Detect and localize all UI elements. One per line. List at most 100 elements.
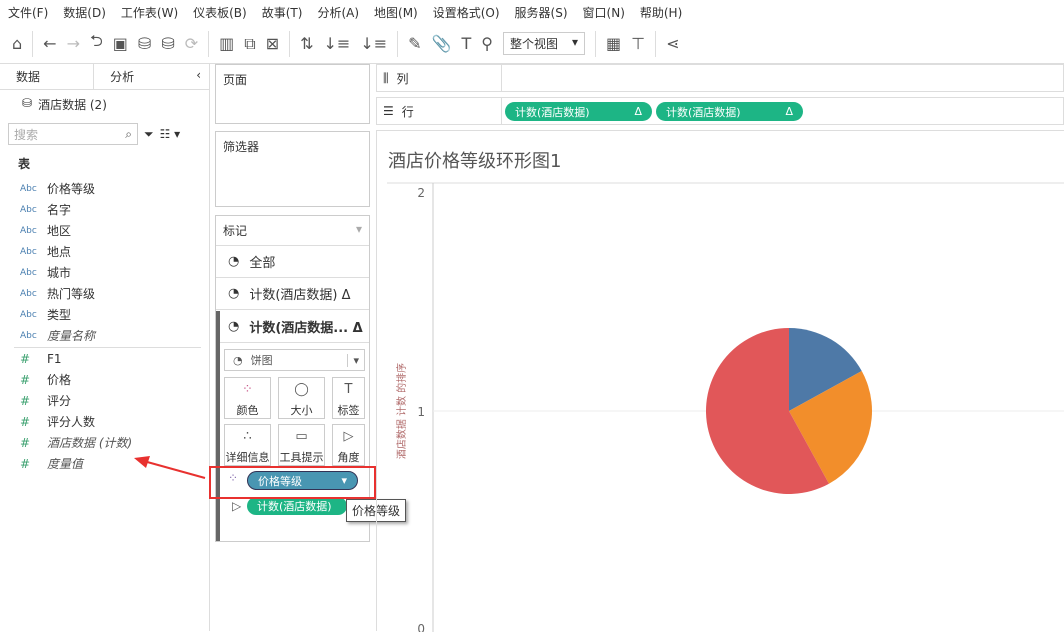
sort-desc-icon[interactable]: ↓≡	[360, 34, 387, 53]
columns-shelf[interactable]: ⫼ 列	[376, 64, 1064, 92]
size-button[interactable]: ◯ 大小	[278, 377, 325, 419]
pause-icon[interactable]: ⛁	[161, 34, 174, 53]
clear-icon[interactable]: ⊠	[266, 34, 279, 53]
field-item[interactable]: Abc 城市	[0, 262, 209, 283]
new-sheet-icon[interactable]: ▥	[219, 34, 234, 53]
angle-button[interactable]: ▷ 角度	[332, 424, 365, 466]
search-input[interactable]: 搜索 ⌕	[8, 123, 138, 145]
menu-item[interactable]: 窗口(N)	[583, 4, 625, 21]
label-button[interactable]: T 标签	[332, 377, 365, 419]
search-icon: ⌕	[125, 126, 132, 141]
pie-icon: ◔	[228, 286, 240, 301]
field-item[interactable]: # 评分	[0, 390, 209, 411]
string-type-icon: Abc	[20, 267, 37, 278]
field-item[interactable]: # 评分人数	[0, 411, 209, 432]
highlight-icon[interactable]: ✎	[408, 34, 421, 53]
back-icon[interactable]: ←	[43, 34, 56, 53]
field-item[interactable]: Abc 名字	[0, 199, 209, 220]
redo-icon[interactable]: ⮌	[90, 30, 103, 57]
rows-shelf[interactable]: ☰ 行 计数(酒店数据) Δ 计数(酒店数据) Δ	[376, 97, 1064, 125]
y-tick: 2	[417, 186, 425, 200]
field-name: 类型	[47, 308, 72, 322]
detail-button[interactable]: ∴ 详细信息	[224, 424, 271, 466]
menu-item[interactable]: 帮助(H)	[640, 4, 682, 21]
row-pill-2[interactable]: 计数(酒店数据) Δ	[656, 102, 803, 121]
tooltip-button[interactable]: ▭ 工具提示	[278, 424, 325, 466]
y-tick: 1	[417, 405, 425, 419]
marks-layer-1[interactable]: ◔ 计数(酒店数据) Δ	[216, 278, 369, 310]
menu-bar: 文件(F) 数据(D) 工作表(W) 仪表板(B) 故事(T) 分析(A) 地图(M) 设置格…	[0, 0, 1064, 24]
angle-icon: ▷	[343, 429, 354, 444]
duplicate-icon[interactable]: ⧉	[244, 34, 255, 54]
clip-icon[interactable]: 📎	[432, 34, 452, 53]
filter-icon[interactable]: ⏷	[144, 127, 154, 142]
pin-icon[interactable]: ⚲	[481, 34, 493, 53]
field-name: 度量名称	[47, 329, 96, 343]
menu-item[interactable]: 数据(D)	[63, 4, 106, 21]
pie-chart[interactable]: 2 1 0 酒店数据 计数 的排序	[377, 131, 1064, 632]
field-item[interactable]: Abc 价格等级	[0, 178, 209, 199]
number-type-icon: #	[20, 414, 31, 429]
pie-icon: ◔	[228, 319, 240, 334]
size-icon: ◯	[294, 382, 309, 397]
number-type-icon: #	[20, 372, 31, 387]
tab-data[interactable]: 数据	[0, 64, 95, 89]
detail-icon: ∴	[243, 429, 252, 444]
save-icon[interactable]: ▣	[113, 34, 128, 53]
menu-item[interactable]: 文件(F)	[8, 4, 48, 21]
menu-item[interactable]: 故事(T)	[262, 4, 303, 21]
field-name: 评分人数	[47, 415, 96, 429]
field-item[interactable]: Abc 热门等级	[0, 283, 209, 304]
show-me-icon[interactable]: ▦	[606, 34, 621, 53]
toolbar: ⌂ ← → ⮌ ▣ ⛁ ⛁ ⟳ ▥ ⧉ ⊠ ⇅ ↓≡ ↓≡ ✎ 📎 T ⚲ 整个视图 ▾ ▦ ⊤ ⋖	[0, 24, 1064, 64]
string-type-icon: Abc	[20, 225, 37, 236]
field-item[interactable]: # 价格	[0, 369, 209, 390]
field-item[interactable]: Abc 地区	[0, 220, 209, 241]
pages-card[interactable]: 页面	[215, 64, 370, 124]
field-item[interactable]: # F1	[0, 348, 209, 369]
text-icon[interactable]: T	[461, 34, 471, 53]
field-name: 价格等级	[47, 182, 96, 196]
field-item[interactable]: Abc 类型	[0, 304, 209, 325]
section-label: 表	[18, 157, 31, 171]
new-datasource-icon[interactable]: ⛁	[138, 34, 151, 53]
datasource-name[interactable]: 酒店数据 (2)	[38, 96, 107, 113]
menu-item[interactable]: 分析(A)	[317, 4, 359, 21]
menu-item[interactable]: 设置格式(O)	[433, 4, 500, 21]
field-item[interactable]: Abc 度量名称	[0, 325, 209, 346]
filters-card[interactable]: 筛选器	[215, 131, 370, 207]
refresh-icon[interactable]: ⟳	[185, 34, 198, 53]
angle-pill[interactable]: 计数(酒店数据)	[247, 497, 347, 515]
view-select[interactable]: 整个视图 ▾	[502, 32, 586, 55]
home-icon[interactable]: ⌂	[12, 34, 22, 53]
field-name: 地点	[47, 245, 72, 259]
string-type-icon: Abc	[20, 288, 37, 299]
menu-item[interactable]: 服务器(S)	[515, 4, 568, 21]
mark-type-select[interactable]: ◔ 饼图 ▾	[224, 349, 365, 371]
presentation-icon[interactable]: ⊤	[631, 34, 645, 53]
menu-item[interactable]: 地图(M)	[374, 4, 418, 21]
row-pill-1[interactable]: 计数(酒店数据) Δ	[505, 102, 652, 121]
swap-icon[interactable]: ⇅	[300, 34, 313, 53]
annotation-arrow	[134, 456, 206, 479]
database-icon: ⛁	[22, 96, 33, 110]
share-icon[interactable]: ⋖	[666, 34, 679, 53]
forward-icon[interactable]: →	[67, 34, 80, 53]
field-name: 城市	[47, 266, 72, 280]
field-name: 度量值	[47, 457, 84, 471]
tab-analysis[interactable]: 分析	[94, 64, 188, 89]
menu-item[interactable]: 工作表(W)	[121, 4, 178, 21]
marks-layer-2[interactable]: ◔ 计数(酒店数据... Δ	[220, 311, 369, 343]
view-area: 酒店价格等级环形图1 2 1 0 酒店数据 计数 的排序	[376, 130, 1064, 632]
field-item[interactable]: Abc 地点	[0, 241, 209, 262]
field-name: 热门等级	[47, 287, 96, 301]
collapse-icon[interactable]: ‹	[188, 64, 209, 89]
color-button[interactable]: ⁘ 颜色	[224, 377, 271, 419]
list-view-icon[interactable]: ☷ ▾	[160, 127, 181, 141]
sort-asc-icon[interactable]: ↓≡	[324, 34, 351, 53]
label-icon: T	[344, 382, 353, 397]
string-type-icon: Abc	[20, 246, 37, 257]
marks-all[interactable]: ◔ 全部	[216, 246, 369, 278]
menu-item[interactable]: 仪表板(B)	[193, 4, 247, 21]
field-item[interactable]: # 酒店数据 (计数)	[0, 432, 209, 453]
